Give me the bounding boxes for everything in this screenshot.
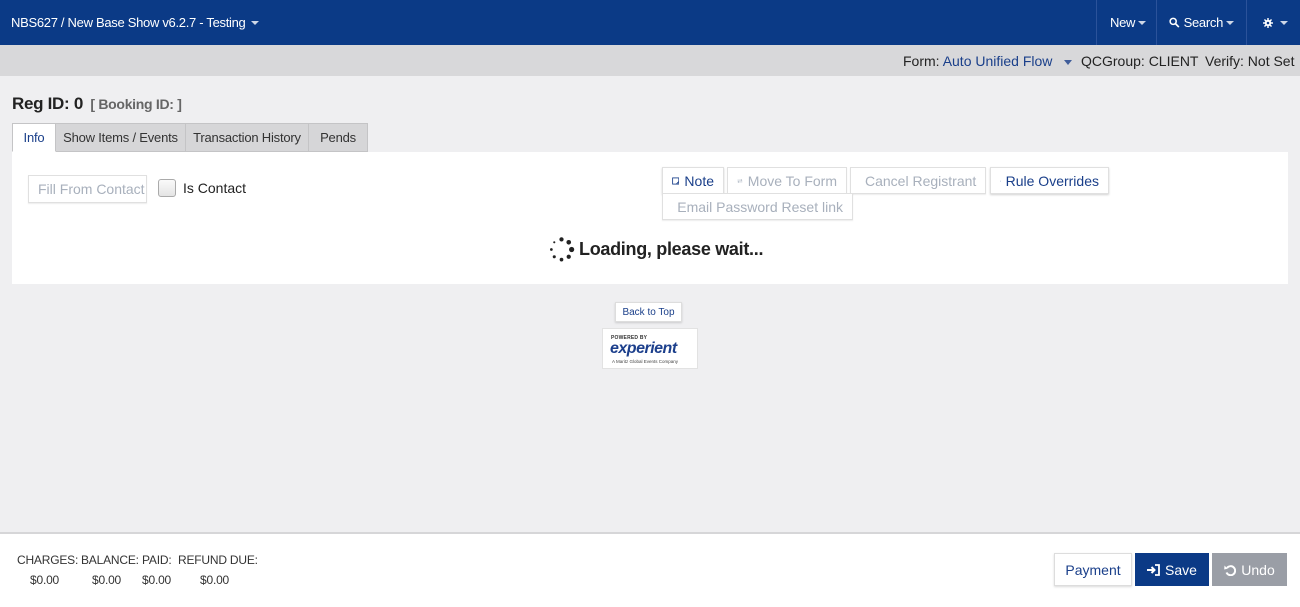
refund-summary: REFUND DUE: $0.00 [178, 553, 258, 587]
email-password-reset-label: Email Password Reset link [677, 198, 843, 215]
experient-logo: POWERED BY experient A Maritz Global Eve… [602, 328, 698, 369]
paid-summary: PAID: $0.00 [142, 553, 172, 587]
back-to-top-button[interactable]: Back to Top [615, 302, 682, 322]
rule-overrides-label: Rule Overrides [1005, 172, 1099, 189]
undo-button[interactable]: Undo [1212, 553, 1287, 586]
save-label: Save [1165, 561, 1197, 578]
form-selector[interactable]: Form: Auto Unified Flow [903, 53, 1073, 69]
form-info-bar: Form: Auto Unified Flow QCGroup: CLIENT … [0, 45, 1300, 76]
lock-icon [1000, 180, 1001, 181]
search-menu[interactable]: Search [1156, 0, 1246, 45]
tab-show-items-events[interactable]: Show Items / Events [56, 123, 186, 152]
new-menu[interactable]: New [1096, 0, 1156, 45]
verify-status: Verify: Not Set [1205, 53, 1295, 69]
booking-id: [ Booking ID: ] [90, 96, 182, 112]
charges-value: $0.00 [30, 573, 60, 587]
charges-summary: CHARGES: $0.00 [17, 553, 78, 587]
move-to-form-button[interactable]: Move To Form [727, 167, 847, 194]
show-title-dropdown[interactable]: NBS627 / New Base Show v6.2.7 - Testing [11, 15, 260, 30]
undo-label: Undo [1241, 561, 1275, 578]
spinner-icon [550, 237, 575, 262]
form-label: Form: [903, 53, 940, 69]
refund-label: REFUND DUE: [178, 553, 258, 567]
balance-value: $0.00 [92, 573, 122, 587]
caret-down-icon [1138, 20, 1147, 25]
new-menu-label: New [1110, 15, 1136, 30]
paid-value: $0.00 [142, 573, 172, 587]
payment-button[interactable]: Payment [1054, 553, 1132, 586]
arrows-icon [737, 178, 743, 183]
refund-value: $0.00 [200, 573, 230, 587]
paid-label: PAID: [142, 553, 172, 567]
tab-pends[interactable]: Pends [309, 123, 368, 152]
note-icon [672, 176, 680, 185]
fill-from-contact-button[interactable]: Fill From Contact [28, 175, 147, 203]
logo-wordmark: experient [610, 340, 677, 357]
caret-down-icon [1280, 20, 1288, 25]
undo-icon [1224, 564, 1237, 576]
charges-label: CHARGES: [17, 553, 79, 567]
tab-info[interactable]: Info [12, 123, 56, 152]
search-menu-label: Search [1183, 15, 1224, 30]
note-button[interactable]: Note [662, 167, 724, 194]
info-panel: Fill From Contact Is Contact Note Move T… [12, 152, 1288, 284]
cancel-registrant-label: Cancel Registrant [865, 172, 977, 189]
note-label: Note [684, 172, 714, 189]
footer-summary-bar: CHARGES: $0.00 BALANCE: $0.00 PAID: $0.0… [0, 532, 1300, 607]
sign-in-icon [1147, 563, 1160, 576]
reg-id: Reg ID: 0 [12, 94, 83, 113]
move-to-form-label: Move To Form [747, 172, 837, 189]
logo-tagline: A Maritz Global Events Company [612, 359, 679, 364]
loading-indicator: Loading, please wait... [548, 236, 763, 263]
save-button[interactable]: Save [1135, 553, 1209, 586]
form-value: Auto Unified Flow [942, 53, 1053, 69]
show-title: NBS627 / New Base Show v6.2.7 - Testing [11, 15, 246, 30]
caret-down-icon [1226, 20, 1234, 25]
tab-transaction-history[interactable]: Transaction History [186, 123, 309, 152]
tab-bar: Info Show Items / Events Transaction His… [12, 123, 368, 152]
balance-label: BALANCE: [81, 553, 139, 567]
top-navbar: NBS627 / New Base Show v6.2.7 - Testing … [0, 0, 1300, 45]
balance-summary: BALANCE: $0.00 [81, 553, 139, 587]
settings-menu[interactable] [1246, 0, 1300, 45]
caret-down-icon [251, 20, 260, 25]
search-icon [1169, 17, 1180, 28]
email-password-reset-button[interactable]: Email Password Reset link [662, 193, 853, 220]
is-contact-label: Is Contact [183, 180, 247, 196]
qcgroup-text: QCGroup: CLIENT [1081, 53, 1199, 69]
checkbox-box[interactable] [158, 179, 176, 197]
rule-overrides-button[interactable]: Rule Overrides [990, 167, 1109, 194]
navbar-actions: New Search [1096, 0, 1300, 45]
is-contact-checkbox[interactable]: Is Contact [158, 179, 246, 197]
page-title: Reg ID: 0 [ Booking ID: ] [12, 94, 182, 114]
caret-down-icon [1064, 59, 1073, 65]
gear-icon [1263, 17, 1273, 28]
cancel-registrant-button[interactable]: Cancel Registrant [850, 167, 986, 194]
loading-text: Loading, please wait... [579, 239, 764, 259]
